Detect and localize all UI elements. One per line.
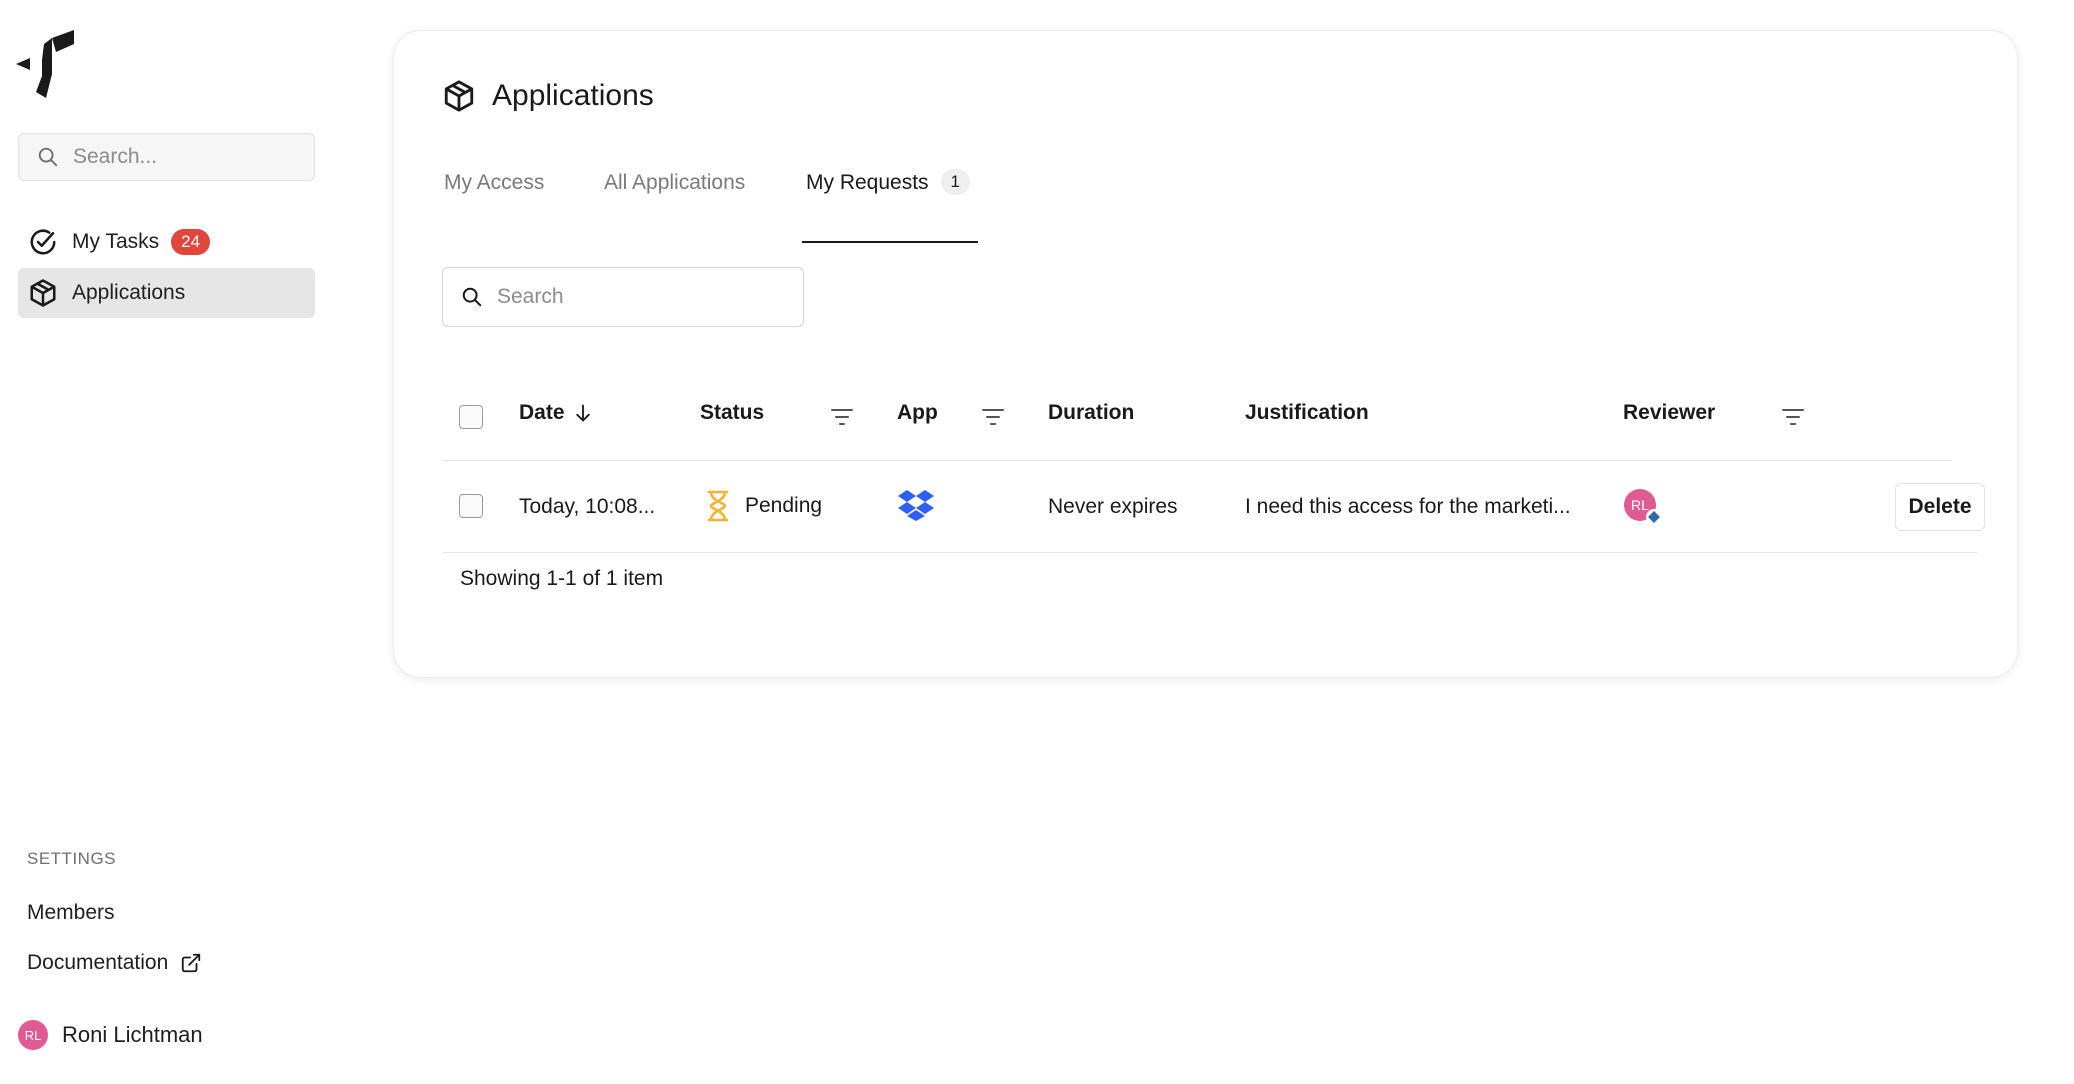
table-search-placeholder: Search xyxy=(497,285,564,308)
arrow-down-icon xyxy=(575,404,590,422)
user-name: Roni Lichtman xyxy=(62,1022,203,1047)
box-icon xyxy=(444,80,474,112)
sidebar-search-placeholder: Search... xyxy=(73,145,158,168)
select-all-checkbox[interactable] xyxy=(459,405,483,429)
sidebar-link-documentation[interactable]: Documentation xyxy=(27,951,202,975)
column-label: Duration xyxy=(1048,401,1135,424)
tab-label: All Applications xyxy=(604,171,746,194)
avatar: RL xyxy=(1624,489,1662,525)
sidebar-link-members[interactable]: Members xyxy=(27,901,115,925)
sidebar-item-my-tasks[interactable]: My Tasks 24 xyxy=(18,217,315,267)
column-date[interactable]: Date xyxy=(519,401,593,425)
avatar-initials: RL xyxy=(1631,497,1649,513)
tab-label: My Access xyxy=(444,171,545,194)
column-duration: Duration xyxy=(1048,401,1134,425)
tab-label: My Requests xyxy=(806,171,929,194)
page-title: Applications xyxy=(442,79,654,113)
filter-icon[interactable] xyxy=(830,407,854,427)
sidebar-item-applications[interactable]: Applications xyxy=(18,268,315,318)
column-label: Reviewer xyxy=(1623,401,1716,424)
dropbox-icon xyxy=(898,490,934,521)
pagination-summary: Showing 1-1 of 1 item xyxy=(460,567,664,590)
row-checkbox[interactable] xyxy=(459,494,483,518)
sidebar-search[interactable]: Search... xyxy=(18,133,315,181)
applications-panel: Applications My Access All Applications … xyxy=(393,30,2018,678)
column-label: Justification xyxy=(1245,401,1369,424)
check-circle-icon xyxy=(30,229,56,255)
search-icon xyxy=(38,147,58,167)
tasks-count-badge: 24 xyxy=(171,229,211,255)
box-icon xyxy=(30,279,56,307)
sidebar: Search... My Tasks 24 Applications SETTI… xyxy=(0,0,340,1084)
current-user[interactable]: RL Roni Lichtman xyxy=(18,1020,203,1050)
filter-icon[interactable] xyxy=(1781,407,1805,427)
column-label: App xyxy=(897,401,938,424)
avatar: RL xyxy=(18,1020,48,1050)
filter-icon[interactable] xyxy=(981,407,1005,427)
sidebar-item-label: My Tasks xyxy=(72,230,160,253)
column-app: App xyxy=(897,401,938,425)
search-icon xyxy=(462,287,482,307)
tab-my-requests[interactable]: My Requests 1 xyxy=(802,161,979,243)
delete-button[interactable]: Delete xyxy=(1895,483,1985,531)
cell-status: Pending xyxy=(705,489,822,523)
hourglass-icon xyxy=(707,490,729,522)
cell-duration: Never expires xyxy=(1048,495,1178,518)
column-reviewer: Reviewer xyxy=(1623,401,1715,425)
table-search-input[interactable]: Search xyxy=(442,267,804,327)
table-row[interactable]: Today, 10:08... Pending Never expires I … xyxy=(442,461,1985,553)
diamond-icon xyxy=(1646,509,1662,525)
tabs: My Access All Applications My Requests 1 xyxy=(444,161,1004,243)
tab-my-access[interactable]: My Access xyxy=(444,161,544,243)
tab-count-badge: 1 xyxy=(940,169,971,195)
cell-reviewer[interactable]: RL xyxy=(1624,489,1662,525)
column-label: Status xyxy=(700,401,765,424)
cell-app xyxy=(898,489,934,521)
sidebar-link-label: Documentation xyxy=(27,951,169,974)
sidebar-link-label: Members xyxy=(27,901,115,924)
page-title-text: Applications xyxy=(492,79,654,112)
cell-justification: I need this access for the marketi... xyxy=(1245,495,1571,518)
status-label: Pending xyxy=(745,494,823,517)
column-label: Date xyxy=(519,401,565,424)
external-link-icon xyxy=(182,953,201,973)
sidebar-item-label: Applications xyxy=(72,281,186,304)
logo-icon[interactable] xyxy=(16,30,76,98)
column-justification: Justification xyxy=(1245,401,1369,425)
column-status: Status xyxy=(700,401,764,425)
tab-all-applications[interactable]: All Applications xyxy=(604,161,745,243)
settings-section-label: SETTINGS xyxy=(27,849,117,868)
table-header: Date Status App Duration Justification R… xyxy=(442,367,1952,461)
requests-table: Date Status App Duration Justification R… xyxy=(442,367,1985,553)
cell-date: Today, 10:08... xyxy=(519,495,656,518)
